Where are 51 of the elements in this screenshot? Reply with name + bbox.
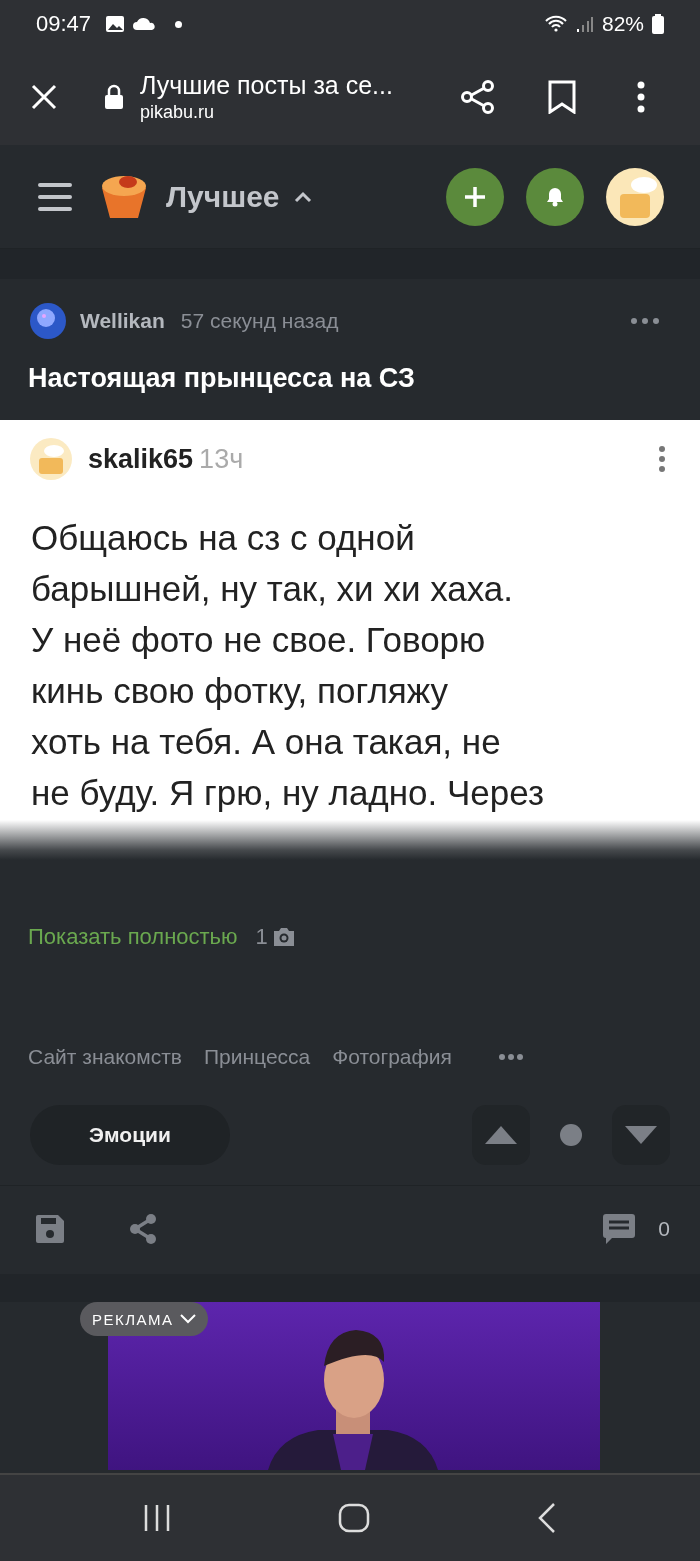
- signal-icon: [575, 15, 594, 33]
- show-full-link[interactable]: Показать полностью: [28, 924, 238, 950]
- up-triangle-icon: [484, 1125, 518, 1145]
- menu-icon[interactable]: [38, 181, 72, 212]
- comment-icon[interactable]: [602, 1213, 637, 1245]
- share-icon[interactable]: [460, 78, 496, 115]
- cloud-icon: [133, 17, 158, 31]
- caret-icon: [293, 190, 312, 203]
- status-time: 09:47: [36, 11, 92, 37]
- post-time: 57 секунд назад: [180, 309, 339, 333]
- battery-percentage: 82%: [601, 12, 644, 36]
- avatar[interactable]: [606, 167, 664, 226]
- user-name: skalik65: [88, 443, 194, 475]
- post-title[interactable]: Настоящая прынцесса на СЗ: [28, 363, 700, 394]
- recent-apps-icon[interactable]: [143, 1503, 172, 1533]
- bell-icon: [546, 186, 564, 207]
- page-url: pikabu.ru: [140, 101, 216, 123]
- more-icon[interactable]: [636, 80, 646, 113]
- close-icon[interactable]: [30, 82, 58, 111]
- gallery-icon: [105, 15, 126, 33]
- message-time: 13ч: [199, 443, 244, 475]
- author-avatar[interactable]: [30, 303, 66, 339]
- bookmark-icon[interactable]: [548, 79, 576, 114]
- message-text: Общаюсь на сз с одной барышней, ну так, хи хи хаха. У неё фото не свое. Говорю кинь свою фотку, погляжу хоть на тебя. А она такая, не не буду. Я грю, ну ладно. Через: [31, 517, 546, 814]
- downvote-button[interactable]: [612, 1105, 670, 1165]
- photo-count: 1: [255, 924, 268, 950]
- author-name[interactable]: Wellikan: [80, 309, 165, 333]
- more-icon: [658, 445, 666, 473]
- camera-icon: [271, 927, 296, 947]
- ad-label-button[interactable]: РЕКЛАМА: [80, 1302, 208, 1336]
- rating-dot-icon: [560, 1124, 582, 1146]
- user-avatar: [30, 438, 72, 480]
- chevron-icon: [179, 1314, 196, 1324]
- lock-icon: [104, 83, 124, 110]
- tag-link[interactable]: Принцесса: [204, 1045, 311, 1069]
- home-icon[interactable]: [338, 1503, 370, 1533]
- down-triangle-icon: [624, 1125, 658, 1145]
- battery-icon: [652, 14, 664, 34]
- save-icon[interactable]: [34, 1213, 66, 1245]
- section-dropdown[interactable]: Лучшее: [166, 179, 312, 214]
- plus-icon: [463, 184, 487, 209]
- more-tags-icon[interactable]: [497, 1053, 524, 1061]
- emotions-button[interactable]: Эмоции: [30, 1105, 230, 1165]
- back-icon[interactable]: [536, 1502, 557, 1534]
- page-title: Лучшие посты за се...: [140, 70, 394, 100]
- comment-count: 0: [658, 1217, 670, 1241]
- tag-link[interactable]: Сайт знакомств: [28, 1045, 182, 1069]
- upvote-button[interactable]: [472, 1105, 530, 1165]
- notification-dot: [175, 20, 183, 28]
- tag-link[interactable]: Фотография: [332, 1045, 452, 1069]
- wifi-icon: [543, 15, 568, 33]
